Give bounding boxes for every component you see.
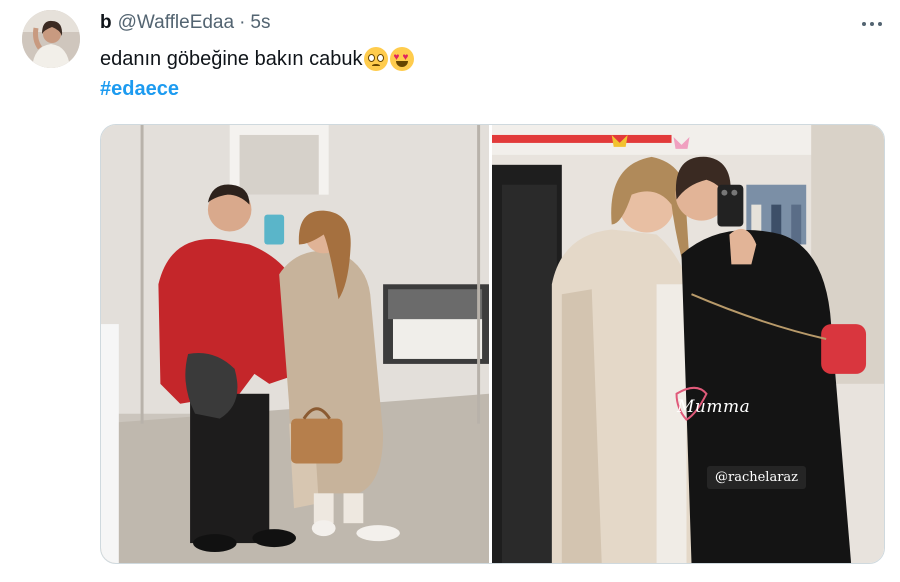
timestamp[interactable]: 5s xyxy=(250,12,270,34)
story-script-label: Mumma xyxy=(677,397,751,417)
tweet[interactable]: b @WaffleEdaa · 5s edanın göbeğine bakın… xyxy=(0,0,900,582)
avatar-image xyxy=(22,10,80,68)
display-name[interactable]: b xyxy=(100,12,112,34)
story-mention-tag[interactable]: @rachelaraz xyxy=(707,466,807,489)
hashtag-link[interactable]: #edaece xyxy=(100,76,179,102)
pleading-face-emoji-icon xyxy=(364,47,389,71)
more-options-icon[interactable] xyxy=(859,14,885,34)
media-grid: Mumma @rachelaraz xyxy=(100,124,885,564)
separator-dot: · xyxy=(239,12,246,33)
mirror-selfie-photo[interactable] xyxy=(101,125,492,563)
tweet-header: b @WaffleEdaa · 5s xyxy=(100,11,270,35)
heart-eyes-emoji-icon: ♥ ♥ xyxy=(390,47,415,71)
store-selfie-photo[interactable]: Mumma @rachelaraz xyxy=(492,125,884,563)
user-handle[interactable]: @WaffleEdaa xyxy=(118,12,234,34)
tweet-text: edanın göbeğine bakın cabuk ♥ ♥ xyxy=(100,46,415,72)
tweet-text-body: edanın göbeğine bakın cabuk xyxy=(100,48,363,70)
avatar[interactable] xyxy=(22,10,80,68)
